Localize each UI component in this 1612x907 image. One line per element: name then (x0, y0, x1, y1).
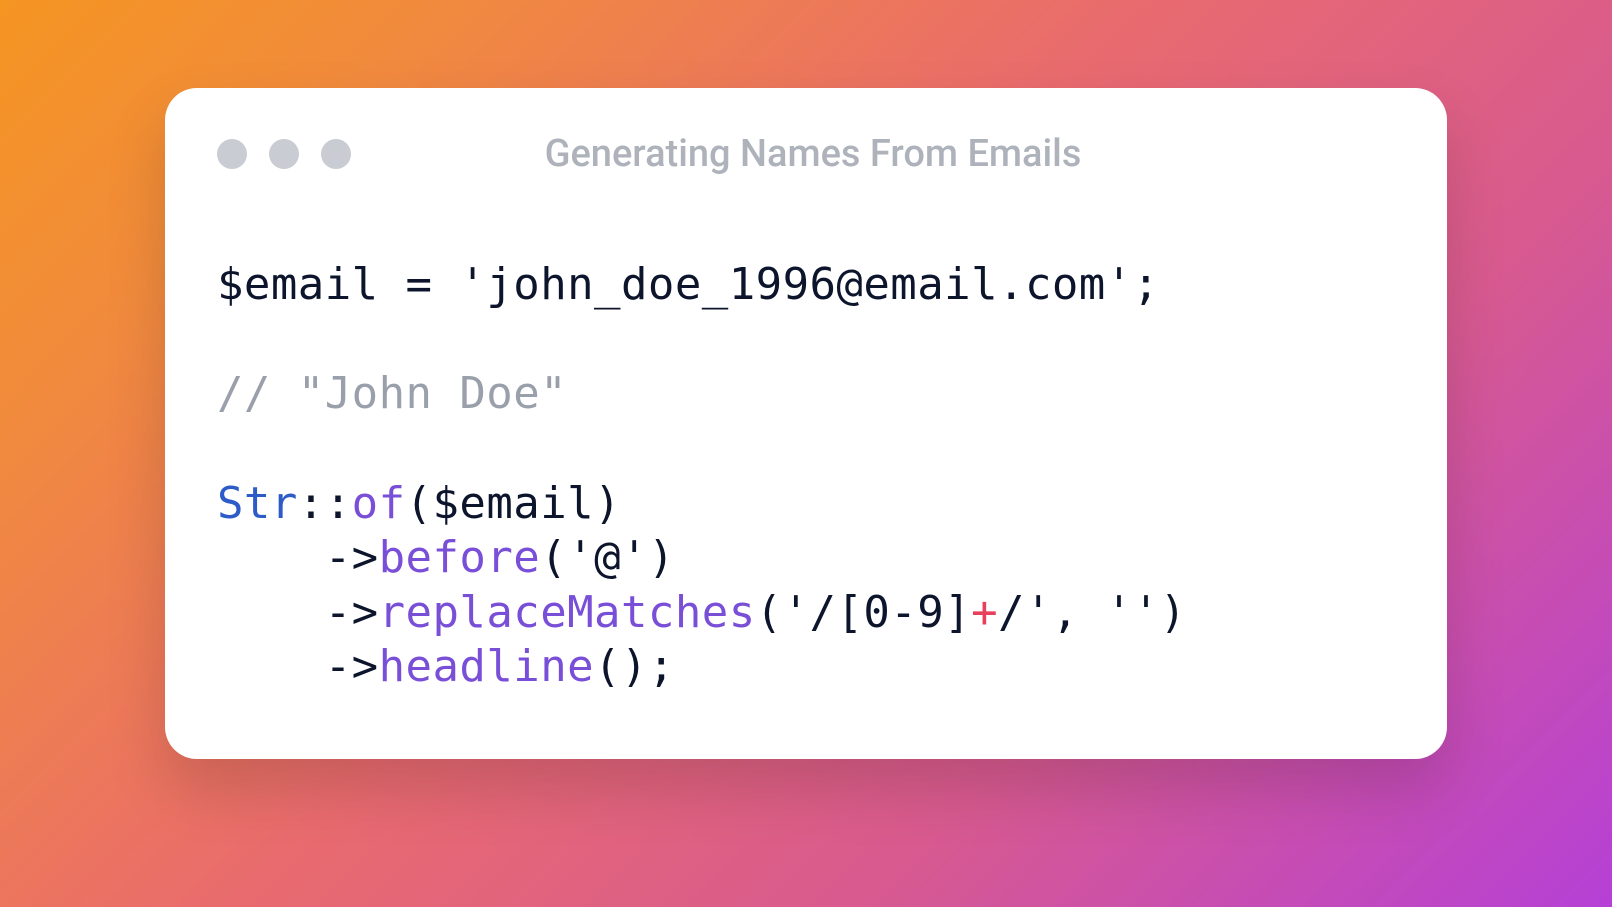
indent (217, 587, 325, 638)
punct-token: ) (594, 478, 621, 529)
punct-token: ) (621, 641, 648, 692)
punct-token: , (1052, 587, 1106, 638)
string-token: 'john_doe_1996@email.com' (459, 259, 1132, 310)
code-line (217, 313, 1395, 368)
class-token: Str (217, 478, 298, 529)
comment-token: // "John Doe" (217, 368, 567, 419)
indent (217, 532, 325, 583)
code-line: ->headline(); (217, 640, 1395, 695)
method-token: of (352, 478, 406, 529)
punct-token: ) (648, 532, 675, 583)
code-block: $email = 'john_doe_1996@email.com'; // "J… (165, 188, 1447, 758)
punct-token: ; (648, 641, 675, 692)
string-token: '/[0-9] (783, 587, 972, 638)
punct-token: ( (540, 532, 567, 583)
code-line: // "John Doe" (217, 367, 1395, 422)
string-token: '@' (567, 532, 648, 583)
punct-token: ( (756, 587, 783, 638)
regex-quantifier-token: + (971, 587, 998, 638)
arrow-token: -> (325, 587, 379, 638)
punct-token: ( (406, 478, 433, 529)
arrow-token: -> (325, 532, 379, 583)
code-window: Generating Names From Emails $email = 'j… (165, 88, 1447, 758)
code-line: ->replaceMatches('/[0-9]+/', '') (217, 586, 1395, 641)
punct-token: ( (594, 641, 621, 692)
code-line: ->before('@') (217, 531, 1395, 586)
indent (217, 641, 325, 692)
code-line: $email = 'john_doe_1996@email.com'; (217, 258, 1395, 313)
string-token: /' (998, 587, 1052, 638)
titlebar: Generating Names From Emails (165, 88, 1447, 188)
code-line: Str::of($email) (217, 477, 1395, 532)
method-token: replaceMatches (379, 587, 756, 638)
scope-token: :: (298, 478, 352, 529)
punct-token: ; (1133, 259, 1160, 310)
traffic-lights (217, 139, 351, 169)
string-token: '' (1106, 587, 1160, 638)
zoom-icon[interactable] (321, 139, 351, 169)
code-line (217, 422, 1395, 477)
window-title: Generating Names From Emails (351, 132, 1395, 176)
method-token: headline (379, 641, 594, 692)
arrow-token: -> (325, 641, 379, 692)
variable-token: $email (432, 478, 594, 529)
operator-token: = (406, 259, 433, 310)
close-icon[interactable] (217, 139, 247, 169)
variable-token: $email (217, 259, 379, 310)
punct-token: ) (1160, 587, 1187, 638)
minimize-icon[interactable] (269, 139, 299, 169)
method-token: before (379, 532, 541, 583)
